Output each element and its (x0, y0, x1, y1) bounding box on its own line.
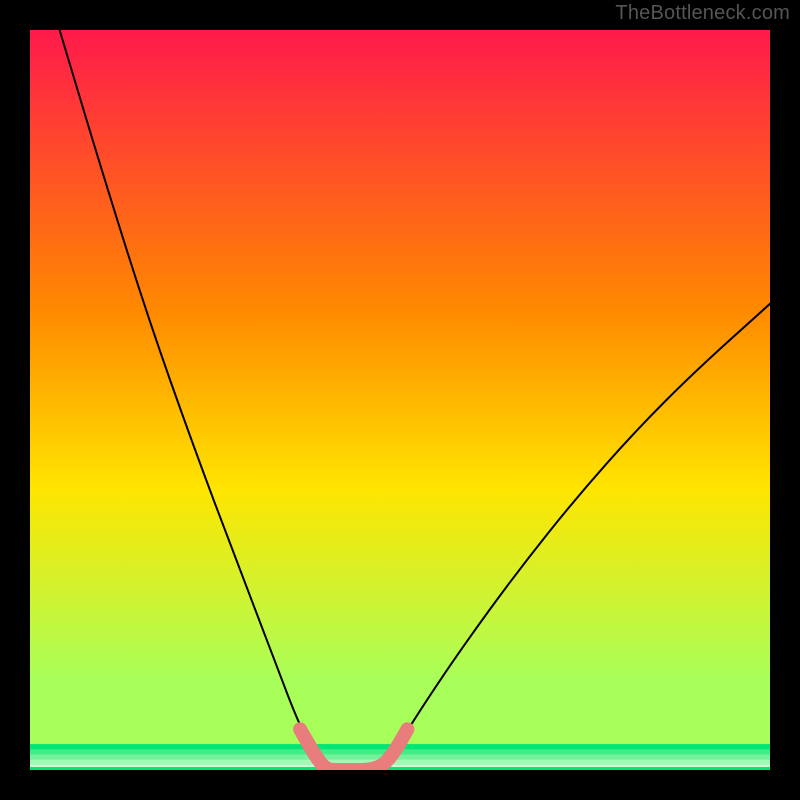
chart-container: TheBottleneck.com (0, 0, 800, 800)
watermark-text: TheBottleneck.com (615, 2, 790, 25)
plot-area (30, 30, 770, 770)
gradient-background (30, 30, 770, 770)
chart-svg (30, 30, 770, 770)
